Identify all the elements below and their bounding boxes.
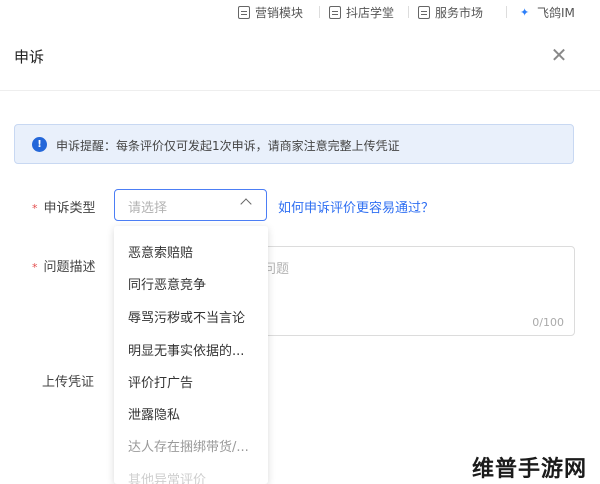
nav-divider <box>408 6 409 18</box>
dropdown-option-privacy-leak[interactable]: 泄露隐私 <box>128 404 180 423</box>
dropdown-option-no-factual-basis[interactable]: 明显无事实依据的... <box>128 340 244 359</box>
upload-evidence-label: 上传凭证 <box>42 375 95 390</box>
appeal-type-select[interactable]: 请选择 <box>114 189 267 221</box>
problem-description-label-text: 问题描述 <box>43 260 96 275</box>
appeal-notice-banner: ! 申诉提醒：每条评价仅可发起1次申诉，请商家注意完整上传凭证 <box>14 124 574 164</box>
document-icon <box>238 5 250 19</box>
document-icon <box>418 5 430 19</box>
topnav-item-service-market[interactable]: 服务市场 <box>418 3 483 21</box>
topnav-item-label: 服务市场 <box>435 5 484 20</box>
required-mark: * <box>32 261 38 274</box>
char-counter: 0/100 <box>532 316 564 329</box>
topnav-item-label: 营销模块 <box>255 5 304 20</box>
nav-divider <box>319 6 320 18</box>
problem-description-label: * 问题描述 <box>32 256 96 275</box>
topnav-item-marketing[interactable]: 营销模块 <box>238 3 303 21</box>
top-nav-bar: 营销模块 抖店学堂 服务市场 ✦ 飞鸽IM <box>0 0 600 24</box>
site-watermark: 维普手游网 <box>472 457 588 482</box>
appeal-type-dropdown: 恶意索赔赔 同行恶意竞争 辱骂污秽或不当言论 明显无事实依据的... 评价打广告… <box>114 226 268 484</box>
dialog-header: 申诉 ✕ <box>0 24 600 91</box>
dialog-title: 申诉 <box>14 48 45 66</box>
dropdown-option-malicious-competition[interactable]: 同行恶意竞争 <box>128 274 206 293</box>
close-icon[interactable]: ✕ <box>548 44 570 66</box>
appeal-type-label-text: 申诉类型 <box>43 201 96 216</box>
topnav-item-feige-im[interactable]: ✦ 飞鸽IM <box>520 3 575 21</box>
topnav-item-label: 飞鸽IM <box>537 5 575 20</box>
dropdown-option-bundled-sales[interactable]: 达人存在捆绑带货/... <box>128 436 249 455</box>
appeal-type-placeholder: 请选择 <box>128 201 168 216</box>
dropdown-option-other-abnormal[interactable]: 其他异常评价 <box>128 469 206 484</box>
dropdown-option-abusive-language[interactable]: 辱骂污秽或不当言论 <box>128 307 245 326</box>
topnav-item-label: 抖店学堂 <box>346 5 395 20</box>
nav-divider <box>506 6 507 18</box>
dropdown-option-advertising[interactable]: 评价打广告 <box>128 372 193 391</box>
chevron-up-icon <box>240 198 252 210</box>
info-icon: ! <box>32 137 47 152</box>
required-mark: * <box>32 202 38 215</box>
topnav-item-academy[interactable]: 抖店学堂 <box>329 3 394 21</box>
appeal-type-label: * 申诉类型 <box>32 197 96 216</box>
bird-icon: ✦ <box>520 5 530 19</box>
appeal-notice-text: 申诉提醒：每条评价仅可发起1次申诉，请商家注意完整上传凭证 <box>56 139 400 153</box>
appeal-help-link[interactable]: 如何申诉评价更容易通过？ <box>278 197 434 216</box>
document-icon <box>329 5 341 19</box>
dropdown-option-malicious-claim[interactable]: 恶意索赔赔 <box>128 242 193 261</box>
